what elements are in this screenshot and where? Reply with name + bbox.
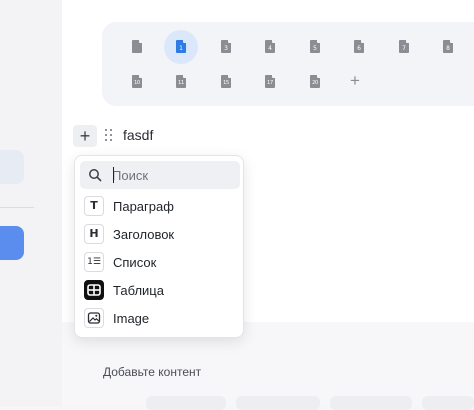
drag-handle-icon[interactable] bbox=[104, 128, 114, 142]
file-11-icon[interactable]: 11 bbox=[176, 75, 186, 88]
search-box[interactable] bbox=[80, 161, 240, 189]
menu-item-heading[interactable]: H Заголовок bbox=[80, 222, 240, 248]
left-sidebar bbox=[0, 0, 62, 406]
table-icon bbox=[84, 280, 104, 300]
file-20-icon[interactable]: 20 bbox=[310, 75, 320, 88]
add-block-button[interactable]: + bbox=[73, 125, 97, 147]
files-panel bbox=[102, 22, 474, 106]
file-6-icon[interactable]: 6 bbox=[354, 40, 364, 53]
file-8-icon[interactable]: 8 bbox=[443, 40, 453, 53]
menu-item-image[interactable]: Image bbox=[80, 306, 240, 332]
menu-item-list[interactable]: 1☰ Список bbox=[80, 250, 240, 276]
add-content-hint: Добавьте контент bbox=[103, 365, 202, 379]
list-icon: 1☰ bbox=[84, 252, 104, 272]
search-input[interactable] bbox=[112, 165, 232, 185]
add-file-button[interactable]: + bbox=[346, 72, 364, 90]
content-option[interactable] bbox=[146, 396, 226, 410]
sidebar-primary-button[interactable] bbox=[0, 226, 24, 260]
plus-icon: + bbox=[350, 71, 360, 90]
block-content[interactable]: fasdf bbox=[123, 127, 153, 143]
file-3-icon[interactable]: 3 bbox=[221, 40, 231, 53]
file-4-icon[interactable]: 4 bbox=[265, 40, 275, 53]
header-text bbox=[120, 0, 260, 5]
menu-item-paragraph[interactable]: T Параграф bbox=[80, 194, 240, 220]
plus-icon: + bbox=[79, 126, 91, 146]
file-5-icon[interactable]: 5 bbox=[310, 40, 320, 53]
file-icon[interactable] bbox=[132, 40, 142, 53]
file-17-icon[interactable]: 17 bbox=[265, 75, 275, 88]
file-1-icon[interactable]: 1 bbox=[176, 40, 186, 53]
block-type-menu: T Параграф H Заголовок 1☰ Список Таблица… bbox=[74, 155, 244, 338]
content-option[interactable] bbox=[236, 396, 320, 410]
image-icon bbox=[84, 308, 104, 328]
sidebar-item[interactable] bbox=[0, 150, 24, 184]
search-icon bbox=[89, 169, 102, 182]
content-option[interactable] bbox=[422, 396, 474, 410]
heading-icon: H bbox=[84, 224, 104, 244]
file-10-icon[interactable]: 10 bbox=[132, 75, 142, 88]
menu-item-table[interactable]: Таблица bbox=[80, 278, 240, 304]
content-option[interactable] bbox=[330, 396, 412, 410]
file-15-icon[interactable]: 15 bbox=[221, 75, 231, 88]
sidebar-divider bbox=[0, 207, 34, 208]
file-7-icon[interactable]: 7 bbox=[399, 40, 409, 53]
paragraph-icon: T bbox=[84, 196, 104, 216]
text-caret bbox=[113, 167, 114, 183]
